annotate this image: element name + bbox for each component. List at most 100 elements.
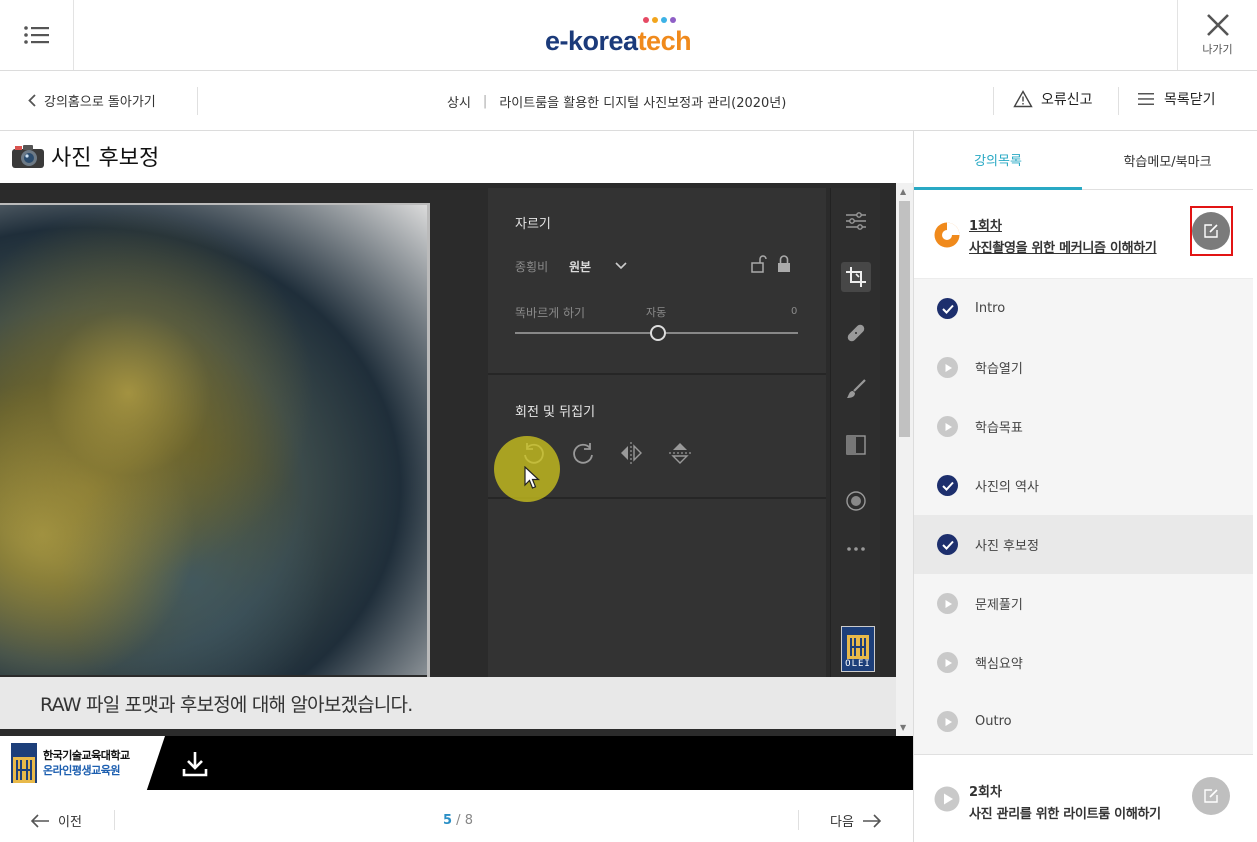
straighten-value: 0 [791,306,798,317]
scroll-down-arrow-icon[interactable]: ▼ [900,723,906,732]
lesson-1-memo-button[interactable] [1192,212,1230,250]
tab-lesson-list[interactable]: 강의목록 [914,131,1082,190]
lightroom-tool-strip [830,188,880,688]
title-divider: | [482,94,488,109]
chapter-item[interactable]: 학습열기 [914,338,1253,397]
radial-gradient-icon [846,491,866,511]
straighten-slider-knob [650,325,666,341]
flip-vertical-icon [669,443,691,464]
bandage-icon [847,324,865,342]
play-icon [937,652,958,673]
chapter-label: 사진의 역사 [975,480,1039,495]
brush-icon [847,379,866,398]
olei-logo-icon [847,635,869,659]
next-button[interactable]: 다음 [830,811,882,830]
page-separator: / [452,813,465,828]
play-icon [937,416,958,437]
logo-dots [643,17,676,23]
edit-note-icon [1204,224,1218,238]
lesson-2-header[interactable]: 2회차 사진 관리를 위한 라이트룸 이해하기 [914,754,1253,842]
scroll-up-arrow-icon[interactable]: ▲ [900,187,906,196]
total-pages: 8 [464,813,473,828]
chapter-item[interactable]: 학습목표 [914,397,1253,456]
divider [114,810,115,830]
play-icon [937,593,958,614]
page-title-text: 사진 후보정 [51,146,160,171]
chapter-label: Outro [975,714,1012,729]
radial-tool [841,486,871,516]
olei-emblem-icon [13,757,35,783]
prev-button[interactable]: 이전 [30,811,82,830]
olei-emblem [11,743,37,783]
course-nav-bar: 강의홈으로 돌아가기 상시 | 라이트룸을 활용한 디지털 사진보정과 관리(2… [0,71,1257,131]
divider [197,87,198,115]
lesson-2-memo-button[interactable] [1192,777,1230,815]
healing-tool [841,318,871,348]
lesson-sidebar: 강의목록 학습메모/북마크 1회차 사진촬영을 위한 메커니즘 이해하기 Int… [913,131,1253,842]
hamburger-menu-icon [23,26,49,44]
chevron-down-icon [615,262,627,270]
sliders-icon [846,212,866,230]
org-name-line1: 한국기술교육대학교 [43,749,130,762]
exit-button[interactable]: 나가기 [1177,0,1257,70]
chapter-item[interactable]: 사진의 역사 [914,456,1253,515]
lesson-2-title: 사진 관리를 위한 라이트룸 이해하기 [969,807,1161,822]
exit-label: 나가기 [1202,43,1233,56]
crop-title: 자르기 [515,217,551,232]
lesson-1-header[interactable]: 1회차 사진촬영을 위한 메커니즘 이해하기 [914,191,1253,279]
close-icon [1206,14,1229,36]
more-tools [841,534,871,564]
chapter-item[interactable]: 핵심요약 [914,633,1253,692]
video-player[interactable]: 자르기 종횡비 원본 똑바르게 하기 자동 0 회전 및 뒤집기 OLEI ▲ [0,183,913,736]
chapter-item[interactable]: Outro [914,692,1253,751]
flip-horizontal-icon [621,442,642,464]
rotate-title: 회전 및 뒤집기 [515,405,596,420]
course-category: 상시 [447,96,471,111]
lesson-1-number: 1회차 [969,219,1002,234]
logo-text: e-koreatech [545,26,692,57]
straighten-label: 똑바르게 하기 [515,306,586,320]
tab-memo-bookmark[interactable]: 학습메모/북마크 [1082,131,1253,190]
close-list-button[interactable]: 목록닫기 [1138,89,1216,109]
chapter-item[interactable]: 문제풀기 [914,574,1253,633]
chapter-label: Intro [975,301,1006,316]
player-control-bar: 한국기술교육대학교 온라인평생교육원 [0,736,913,790]
logo-dot [643,17,649,23]
logo-text-part2: tech [637,26,692,56]
rotate-cw-icon [573,443,593,464]
camera-icon [12,145,44,168]
back-to-course-home-link[interactable]: 강의홈으로 돌아가기 [28,91,156,110]
more-icon [847,547,865,551]
chapter-label: 문제풀기 [975,598,1023,613]
lock-icon [778,255,790,272]
unlock-icon [751,255,767,273]
download-icon [182,752,208,777]
edit-sliders-tool [841,206,871,236]
divider [993,87,994,115]
logo-dot [661,17,667,23]
lesson-2-number: 2회차 [969,785,1002,800]
straighten-auto-label: 자동 [646,306,667,319]
course-title: 상시 | 라이트룸을 활용한 디지털 사진보정과 관리(2020년) [447,92,786,111]
report-error-label: 오류신고 [1041,92,1093,108]
chapter-item[interactable]: Intro [914,279,1253,338]
org-name-line2: 온라인평생교육원 [43,764,120,777]
chapter-item-current[interactable]: 사진 후보정 [914,515,1253,574]
download-button[interactable] [180,749,210,779]
video-caption: RAW 파일 포맷과 후보정에 대해 알아보겠습니다. [0,677,896,729]
logo-text-part1: e-korea [545,26,638,56]
mouse-pointer-icon [524,466,541,489]
list-icon [1138,93,1154,105]
check-icon [937,534,958,555]
current-page: 5 [443,813,453,828]
panel-divider [488,373,826,375]
scrollbar-thumb[interactable] [899,201,910,437]
page-indicator: 5 / 8 [443,813,473,828]
chapter-label: 학습열기 [975,362,1023,377]
menu-button[interactable] [0,0,74,70]
report-error-button[interactable]: 오류신고 [1013,89,1093,109]
video-scrollbar[interactable]: ▲ ▼ [896,183,913,736]
sidebar-tabs: 강의목록 학습메모/북마크 [914,131,1253,190]
org-name: 한국기술교육대학교 온라인평생교육원 [43,748,130,778]
divider [798,810,799,830]
